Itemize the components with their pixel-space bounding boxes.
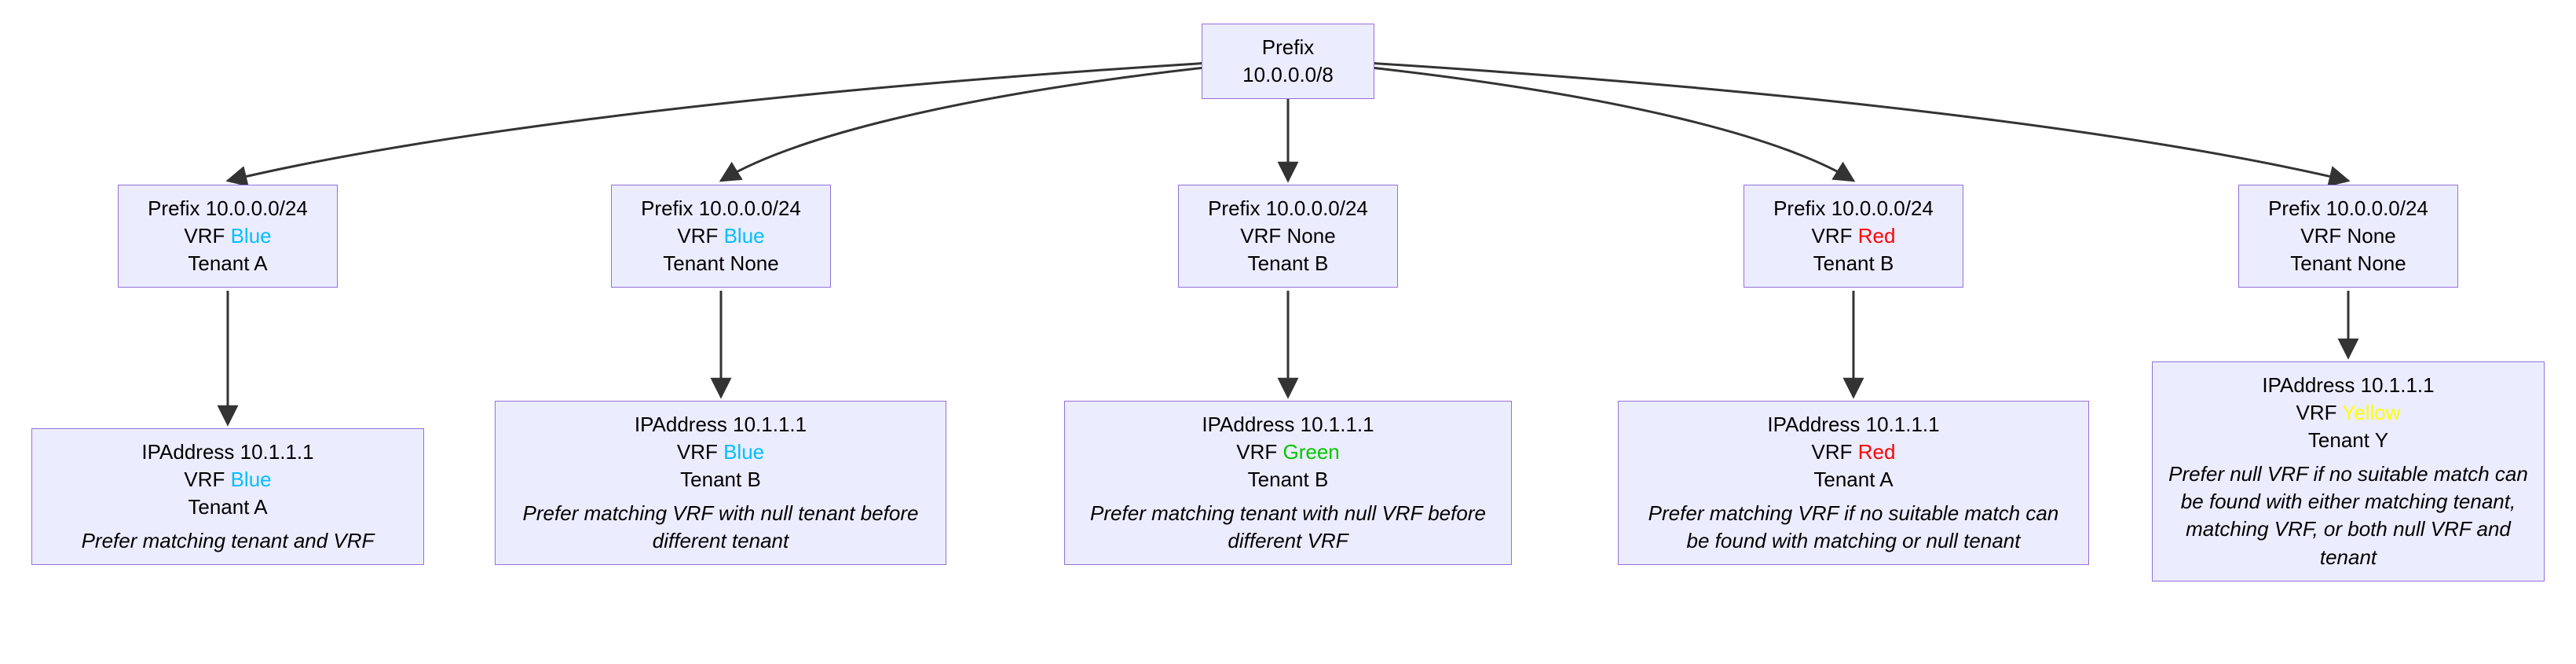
ip-node-3: IPAddress 10.1.1.1 VRF Green Tenant B Pr… [1064, 401, 1512, 565]
vrf-name: Red [1858, 440, 1896, 464]
prefix-node-4: Prefix 10.0.0.0/24 VRF Red Tenant B [1744, 185, 1963, 288]
tenant-label: Tenant A [1634, 466, 2073, 493]
ip-node-2: IPAddress 10.1.1.1 VRF Blue Tenant B Pre… [495, 401, 946, 565]
tenant-label: Tenant B [511, 466, 930, 493]
ip-node-5: IPAddress 10.1.1.1 VRF Yellow Tenant Y P… [2152, 361, 2545, 581]
prefix-node-3: Prefix 10.0.0.0/24 VRF None Tenant B [1178, 185, 1398, 288]
ip-node-4: IPAddress 10.1.1.1 VRF Red Tenant A Pref… [1618, 401, 2089, 565]
tenant-label: Tenant None [628, 250, 814, 277]
vrf-line: VRF Yellow [2168, 399, 2528, 427]
vrf-name: Red [1858, 224, 1896, 248]
vrf-line: VRF Green [1081, 438, 1495, 466]
vrf-line: VRF Blue [628, 222, 814, 250]
vrf-line: VRF Red [1634, 438, 2073, 466]
vrf-line: VRF None [2255, 222, 2442, 250]
rule-text: Prefer matching VRF if no suitable match… [1634, 500, 2073, 555]
tenant-label: Tenant B [1081, 466, 1495, 493]
vrf-name: Yellow [2342, 401, 2400, 424]
vrf-line: VRF Red [1760, 222, 1947, 250]
tenant-label: Tenant A [134, 250, 321, 277]
tenant-label: Tenant A [48, 493, 408, 521]
tenant-label: Tenant Y [2168, 427, 2528, 454]
tenant-label: Tenant None [2255, 250, 2442, 277]
root-prefix-node: Prefix 10.0.0.0/8 [1202, 24, 1374, 99]
ip-label: IPAddress 10.1.1.1 [2168, 372, 2528, 399]
prefix-label: Prefix 10.0.0.0/24 [134, 195, 321, 222]
ip-node-1: IPAddress 10.1.1.1 VRF Blue Tenant A Pre… [31, 428, 424, 565]
ip-label: IPAddress 10.1.1.1 [1634, 411, 2073, 438]
rule-text: Prefer matching VRF with null tenant bef… [511, 500, 930, 555]
ip-label: IPAddress 10.1.1.1 [1081, 411, 1495, 438]
ip-label: IPAddress 10.1.1.1 [511, 411, 930, 438]
rule-text: Prefer matching tenant and VRF [48, 527, 408, 555]
prefix-label: Prefix 10.0.0.0/24 [2255, 195, 2442, 222]
vrf-name: Green [1283, 440, 1339, 464]
prefix-label: Prefix 10.0.0.0/24 [1195, 195, 1381, 222]
tenant-label: Tenant B [1760, 250, 1947, 277]
prefix-label: Prefix 10.0.0.0/24 [628, 195, 814, 222]
root-prefix-label: Prefix 10.0.0.0/8 [1242, 35, 1334, 86]
vrf-name: Blue [723, 440, 764, 464]
vrf-line: VRF None [1195, 222, 1381, 250]
prefix-node-2: Prefix 10.0.0.0/24 VRF Blue Tenant None [611, 185, 831, 288]
prefix-node-1: Prefix 10.0.0.0/24 VRF Blue Tenant A [118, 185, 338, 288]
prefix-label: Prefix 10.0.0.0/24 [1760, 195, 1947, 222]
vrf-line: VRF Blue [511, 438, 930, 466]
vrf-name: Blue [231, 468, 272, 491]
prefix-node-5: Prefix 10.0.0.0/24 VRF None Tenant None [2238, 185, 2458, 288]
vrf-name: Blue [724, 224, 765, 248]
vrf-line: VRF Blue [48, 466, 408, 493]
tenant-label: Tenant B [1195, 250, 1381, 277]
rule-text: Prefer null VRF if no suitable match can… [2168, 460, 2528, 570]
vrf-name: Blue [231, 224, 272, 248]
rule-text: Prefer matching tenant with null VRF bef… [1081, 500, 1495, 555]
vrf-line: VRF Blue [134, 222, 321, 250]
ip-label: IPAddress 10.1.1.1 [48, 438, 408, 466]
